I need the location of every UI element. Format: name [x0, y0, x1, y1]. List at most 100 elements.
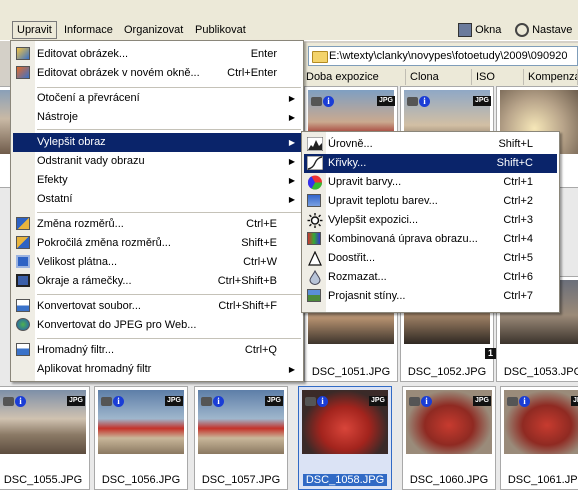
thumbnail[interactable]: i JPG DSC_1060.JPG [402, 386, 496, 490]
menu-item-shortcut: Ctrl+W [243, 256, 277, 268]
thumbnail-filename: DSC_1061.JPG [507, 474, 578, 486]
menu-item-enhance-image[interactable]: Vylepšit obraz ▶ [13, 133, 301, 152]
menu-item-label: Hromadný filtr... [37, 344, 115, 356]
menu-item-label: Konvertovat soubor... [37, 300, 141, 312]
menu-item-remove-defects[interactable]: Odstranit vady obrazu ▶ [13, 152, 301, 171]
menu-item-adjust-colors[interactable]: Upravit barvy... Ctrl+1 [304, 173, 557, 192]
menu-item-label: Nástroje [37, 111, 78, 123]
menu-item-shortcut: Shift+L [498, 138, 533, 150]
menu-separator [37, 129, 301, 130]
submenu-arrow-icon: ▶ [288, 138, 295, 147]
menu-item-label: Editovat obrázek... [37, 48, 129, 60]
menu-item-label: Vylepšit obraz [37, 136, 106, 148]
menu-item-other[interactable]: Ostatní ▶ [13, 190, 301, 209]
menu-publikovat[interactable]: Publikovat [191, 22, 250, 38]
menu-item-levels[interactable]: Úrovně... Shift+L [304, 135, 557, 154]
levels-histogram-icon [306, 136, 324, 152]
info-icon: i [15, 396, 26, 407]
column-compensation[interactable]: Kompenzace [524, 69, 578, 85]
menu-item-label: Pokročilá změna rozměrů... [37, 237, 171, 249]
menu-item-edit-image-new-window[interactable]: Editovat obrázek v novém okně... Ctrl+En… [13, 64, 301, 83]
info-icon: i [519, 396, 530, 407]
camera-icon [201, 397, 212, 406]
resize-icon [16, 217, 32, 232]
menu-item-shortcut: Ctrl+3 [503, 214, 533, 226]
menu-item-edit-image[interactable]: Editovat obrázek... Enter [13, 45, 301, 64]
thumbnail-selected[interactable]: i JPG DSC_1058.JPG [298, 386, 392, 490]
menu-item-label: Úrovně... [328, 138, 373, 150]
info-icon: i [323, 96, 334, 107]
curves-icon [306, 155, 324, 171]
info-icon: i [419, 96, 430, 107]
menu-item-effects[interactable]: Efekty ▶ [13, 171, 301, 190]
menu-item-label: Ostatní [37, 193, 73, 205]
info-icon: i [317, 396, 328, 407]
submenu-arrow-icon: ▶ [288, 195, 295, 204]
menu-informace[interactable]: Informace [60, 22, 117, 38]
menu-item-shortcut: Ctrl+E [246, 218, 277, 230]
camera-icon [507, 397, 518, 406]
path-input[interactable]: E:\wtexty\clanky\novypes\fotoetudy\2009\… [308, 46, 578, 66]
web-globe-icon [16, 318, 32, 333]
thumbnail[interactable]: i JPG DSC_1056.JPG [94, 386, 188, 490]
menu-item-blur[interactable]: Rozmazat... Ctrl+6 [304, 268, 557, 287]
menu-item-borders-frames[interactable]: Okraje a rámečky... Ctrl+Shift+B [13, 272, 301, 291]
menu-item-label: Okraje a rámečky... [37, 275, 132, 287]
info-icon: i [421, 396, 432, 407]
menu-separator [37, 338, 301, 339]
menu-item-combined-adjust[interactable]: Kombinovaná úprava obrazu... Ctrl+4 [304, 230, 557, 249]
menu-separator [37, 294, 301, 295]
menu-item-exposure[interactable]: Vylepšit expozici... Ctrl+3 [304, 211, 557, 230]
menu-item-tools[interactable]: Nástroje ▶ [13, 108, 301, 127]
menu-item-convert-jpeg-web[interactable]: Konvertovat do JPEG pro Web... [13, 316, 301, 335]
camera-icon [101, 397, 112, 406]
menu-item-batch-filter[interactable]: Hromadný filtr... Ctrl+Q [13, 341, 301, 360]
camera-icon [311, 97, 322, 106]
info-icon: i [113, 396, 124, 407]
camera-icon [407, 97, 418, 106]
edit-new-window-icon [16, 66, 32, 81]
menu-item-sharpen[interactable]: Doostřit... Ctrl+5 [304, 249, 557, 268]
jpg-badge: JPG [377, 96, 395, 106]
menu-upravit[interactable]: Upravit [12, 21, 57, 39]
jpg-badge: JPG [67, 396, 85, 406]
menu-item-apply-batch-filter[interactable]: Aplikovat hromadný filtr ▶ [13, 360, 301, 379]
settings-menu[interactable]: Nastave [515, 22, 572, 38]
menu-item-label: Upravit barvy... [328, 176, 402, 188]
windows-menu[interactable]: Okna [458, 22, 501, 38]
color-temperature-icon [307, 194, 323, 209]
jpg-badge: JPG [473, 396, 491, 406]
menu-item-shortcut: Ctrl+4 [503, 233, 533, 245]
column-aperture[interactable]: Clona [406, 69, 472, 85]
thumbnail-filename: DSC_1056.JPG [101, 474, 181, 486]
thumbnail-filename: DSC_1057.JPG [201, 474, 281, 486]
thumbnail[interactable]: i JPG DSC_1055.JPG [0, 386, 90, 490]
menu-organizovat[interactable]: Organizovat [120, 22, 187, 38]
menu-item-advanced-resize[interactable]: Pokročilá změna rozměrů... Shift+E [13, 234, 301, 253]
column-iso[interactable]: ISO [472, 69, 524, 85]
menu-item-color-temperature[interactable]: Upravit teplotu barev... Ctrl+2 [304, 192, 557, 211]
menu-item-curves[interactable]: Křivky... Shift+C [304, 154, 557, 173]
edit-image-icon [16, 47, 32, 62]
menu-item-brighten-shadows[interactable]: Projasnit stíny... Ctrl+7 [304, 287, 557, 306]
menu-item-shortcut: Ctrl+6 [503, 271, 533, 283]
menu-item-resize[interactable]: Změna rozměrů... Ctrl+E [13, 215, 301, 234]
thumbnail[interactable]: i JPG DSC_1061.JPG [500, 386, 578, 490]
thumbnail-filename: DSC_1052.JPG [407, 366, 487, 378]
menu-item-convert-file[interactable]: Konvertovat soubor... Ctrl+Shift+F [13, 297, 301, 316]
column-exposure[interactable]: Doba expozice [302, 69, 406, 85]
menu-item-shortcut: Ctrl+Shift+B [217, 275, 277, 287]
menu-bar: Upravit Informace Organizovat Publikovat… [0, 0, 578, 41]
menu-item-canvas-size[interactable]: Velikost plátna... Ctrl+W [13, 253, 301, 272]
menu-item-label: Efekty [37, 174, 68, 186]
menu-item-shortcut: Shift+E [241, 237, 277, 249]
thumbnail[interactable]: i JPG DSC_1057.JPG [194, 386, 288, 490]
convert-file-icon [16, 299, 32, 314]
menu-item-shortcut: Ctrl+2 [503, 195, 533, 207]
camera-icon [305, 397, 316, 406]
menu-item-label: Rozmazat... [328, 271, 387, 283]
jpg-badge: JPG [265, 396, 283, 406]
enhance-submenu: Úrovně... Shift+L Křivky... Shift+C Upra… [301, 131, 560, 313]
menu-item-rotate-flip[interactable]: Otočení a převrácení ▶ [13, 89, 301, 108]
jpg-badge: JPG [571, 396, 578, 406]
